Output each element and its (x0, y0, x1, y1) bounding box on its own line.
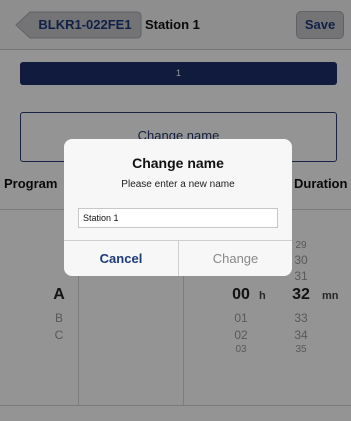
cancel-button[interactable]: Cancel (64, 241, 178, 276)
name-input[interactable] (78, 208, 278, 228)
station-settings-screen: BLKR1-022FE1 Station 1 Save 1 Change nam… (0, 0, 351, 421)
dialog-title: Change name (132, 155, 224, 171)
change-name-dialog: Change name Please enter a new name Canc… (64, 139, 292, 276)
change-button[interactable]: Change (179, 241, 292, 276)
dialog-message: Please enter a new name (121, 179, 235, 190)
